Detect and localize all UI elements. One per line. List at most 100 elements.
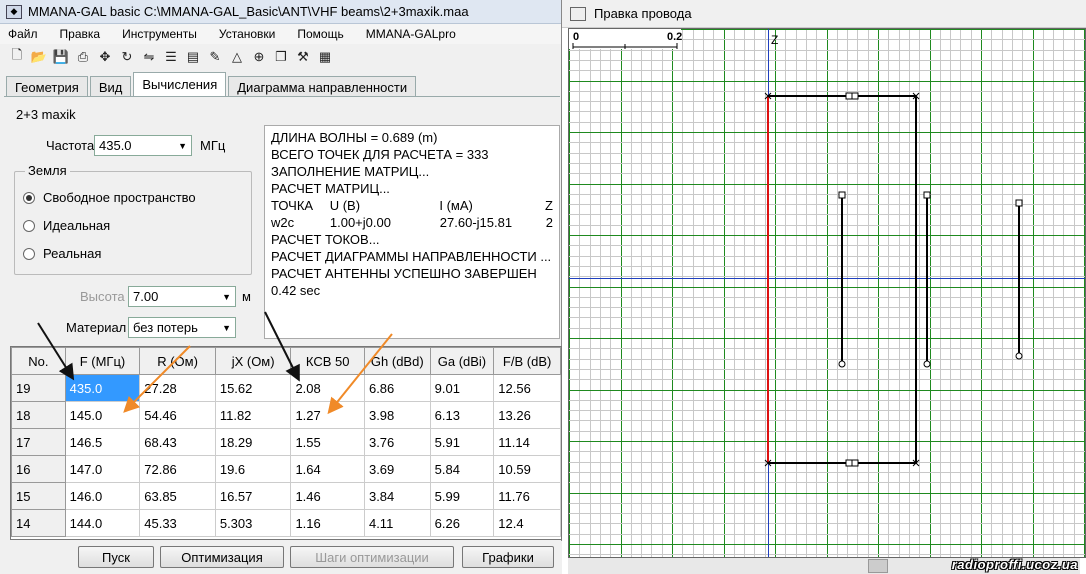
title-bar[interactable]: ◆ MMANA-GAL basic C:\MMANA-GAL_Basic\ANT… <box>0 0 561 24</box>
wire-window-titlebar[interactable]: Правка провода <box>562 0 1086 28</box>
menu-edit[interactable]: Правка <box>60 27 101 41</box>
document-icon[interactable]: ▤ <box>184 48 202 66</box>
project-name: 2+3 maxik <box>16 107 76 122</box>
table-cell[interactable]: 12.4 <box>493 509 561 537</box>
material-combo[interactable]: без потерь ▼ <box>128 317 236 338</box>
table-cell[interactable]: 15.62 <box>214 374 292 402</box>
charts-button[interactable]: Графики <box>462 546 554 568</box>
table-cell[interactable]: 18.29 <box>214 428 292 456</box>
view-icon[interactable]: ✎ <box>206 48 224 66</box>
target-icon[interactable]: ⊕ <box>250 48 268 66</box>
table-cell[interactable]: 2.08 <box>290 374 365 402</box>
material-label: Материал <box>66 320 127 335</box>
print-icon[interactable]: ⎙ <box>74 48 92 66</box>
table-cell[interactable]: 1.46 <box>290 482 365 510</box>
table-cell[interactable]: 5.303 <box>214 509 292 537</box>
table-cell[interactable]: 11.14 <box>493 428 561 456</box>
scrollbar-thumb[interactable] <box>868 559 888 573</box>
column-header[interactable]: Gh (dBd) <box>363 347 431 375</box>
menu-pro[interactable]: MMANA-GALpro <box>366 27 456 41</box>
table-cell[interactable]: 6.13 <box>429 401 495 429</box>
table-cell[interactable]: 12.56 <box>493 374 561 402</box>
table-cell[interactable]: 68.43 <box>139 428 216 456</box>
table-cell[interactable]: 5.84 <box>429 455 495 483</box>
radio-free-space[interactable]: Свободное пространство <box>23 190 196 205</box>
table-cell[interactable]: 1.27 <box>290 401 365 429</box>
table-cell-selected[interactable]: 435.0 <box>64 374 141 402</box>
tab-view[interactable]: Вид <box>89 76 132 96</box>
column-header[interactable]: F/B (dB) <box>493 347 561 375</box>
radio-real[interactable]: Реальная <box>23 246 101 261</box>
table-cell[interactable]: 5.99 <box>429 482 495 510</box>
move-icon[interactable]: ✥ <box>96 48 114 66</box>
table-cell[interactable]: 144.0 <box>64 509 141 537</box>
table-cell[interactable]: 3.69 <box>363 455 431 483</box>
row-number: 15 <box>11 482 66 510</box>
table-cell[interactable]: 3.76 <box>363 428 431 456</box>
table-cell[interactable]: 63.85 <box>139 482 216 510</box>
save-icon[interactable]: 💾 <box>52 48 70 66</box>
optimize-button[interactable]: Оптимизация <box>160 546 284 568</box>
wire-canvas[interactable]: 0 0.2 Z <box>568 28 1086 558</box>
table-cell[interactable]: 6.86 <box>363 374 431 402</box>
table-cell[interactable]: 145.0 <box>64 401 141 429</box>
wire-edit-icon[interactable]: ☰ <box>162 48 180 66</box>
table-cell[interactable]: 16.57 <box>214 482 292 510</box>
table-cell[interactable]: 3.84 <box>363 482 431 510</box>
table-cell[interactable]: 27.28 <box>139 374 216 402</box>
calculator-icon[interactable]: ▦ <box>316 48 334 66</box>
table-cell[interactable]: 11.76 <box>493 482 561 510</box>
copy-icon[interactable]: ❐ <box>272 48 290 66</box>
start-button[interactable]: Пуск <box>78 546 154 568</box>
table-cell[interactable]: 147.0 <box>64 455 141 483</box>
table-cell[interactable]: 4.11 <box>363 509 431 537</box>
rotate-icon[interactable]: ↻ <box>118 48 136 66</box>
tab-radiation-pattern[interactable]: Диаграмма направленности <box>228 76 417 96</box>
tools-icon[interactable]: ⚒ <box>294 48 312 66</box>
table-cell[interactable]: 1.16 <box>290 509 365 537</box>
table-row[interactable]: 14 144.0 45.33 5.303 1.16 4.11 6.26 12.4 <box>11 509 561 537</box>
table-cell[interactable]: 1.64 <box>290 455 365 483</box>
optimization-steps-button[interactable]: Шаги оптимизации <box>290 546 454 568</box>
radio-ideal[interactable]: Идеальная <box>23 218 110 233</box>
table-cell[interactable]: 13.26 <box>493 401 561 429</box>
column-header[interactable]: No. <box>11 347 66 375</box>
tab-geometry[interactable]: Геометрия <box>6 76 88 96</box>
table-cell[interactable]: 45.33 <box>139 509 216 537</box>
table-cell[interactable]: 1.55 <box>290 428 365 456</box>
table-row[interactable]: 19 435.0 27.28 15.62 2.08 6.86 9.01 12.5… <box>11 374 561 402</box>
mirror-icon[interactable]: ⇋ <box>140 48 158 66</box>
table-cell[interactable]: 19.6 <box>214 455 292 483</box>
new-file-icon[interactable]: 🗋 <box>8 47 26 66</box>
triangle-icon[interactable]: △ <box>228 48 246 66</box>
menu-file[interactable]: Файл <box>8 27 38 41</box>
column-header[interactable]: КСВ 50 <box>290 347 365 375</box>
table-cell[interactable]: 146.0 <box>64 482 141 510</box>
menu-help[interactable]: Помощь <box>297 27 343 41</box>
wire-drawing[interactable] <box>569 29 1086 558</box>
table-cell[interactable]: 6.26 <box>429 509 495 537</box>
table-cell[interactable]: 5.91 <box>429 428 495 456</box>
table-row[interactable]: 17 146.5 68.43 18.29 1.55 3.76 5.91 11.1… <box>11 428 561 456</box>
column-header[interactable]: Ga (dBi) <box>429 347 495 375</box>
table-row[interactable]: 16 147.0 72.86 19.6 1.64 3.69 5.84 10.59 <box>11 455 561 483</box>
height-combo[interactable]: 7.00 ▼ <box>128 286 236 307</box>
table-cell[interactable]: 3.98 <box>363 401 431 429</box>
table-cell[interactable]: 10.59 <box>493 455 561 483</box>
tab-calculation[interactable]: Вычисления <box>133 72 227 96</box>
table-cell[interactable]: 11.82 <box>214 401 292 429</box>
column-header[interactable]: F (МГц) <box>64 347 141 375</box>
menu-settings[interactable]: Установки <box>219 27 275 41</box>
table-row[interactable]: 18 145.0 54.46 11.82 1.27 3.98 6.13 13.2… <box>11 401 561 429</box>
table-cell[interactable]: 146.5 <box>64 428 141 456</box>
column-header[interactable]: jX (Ом) <box>214 347 292 375</box>
table-cell[interactable]: 72.86 <box>139 455 216 483</box>
menu-tools[interactable]: Инструменты <box>122 27 197 41</box>
column-header[interactable]: R (Ом) <box>139 347 216 375</box>
open-folder-icon[interactable]: 📂 <box>30 48 48 66</box>
table-cell[interactable]: 54.46 <box>139 401 216 429</box>
frequency-combo[interactable]: 435.0 ▼ <box>94 135 192 156</box>
results-table[interactable]: No. F (МГц) R (Ом) jX (Ом) КСВ 50 Gh (dB… <box>10 346 562 540</box>
table-row[interactable]: 15 146.0 63.85 16.57 1.46 3.84 5.99 11.7… <box>11 482 561 510</box>
table-cell[interactable]: 9.01 <box>429 374 495 402</box>
